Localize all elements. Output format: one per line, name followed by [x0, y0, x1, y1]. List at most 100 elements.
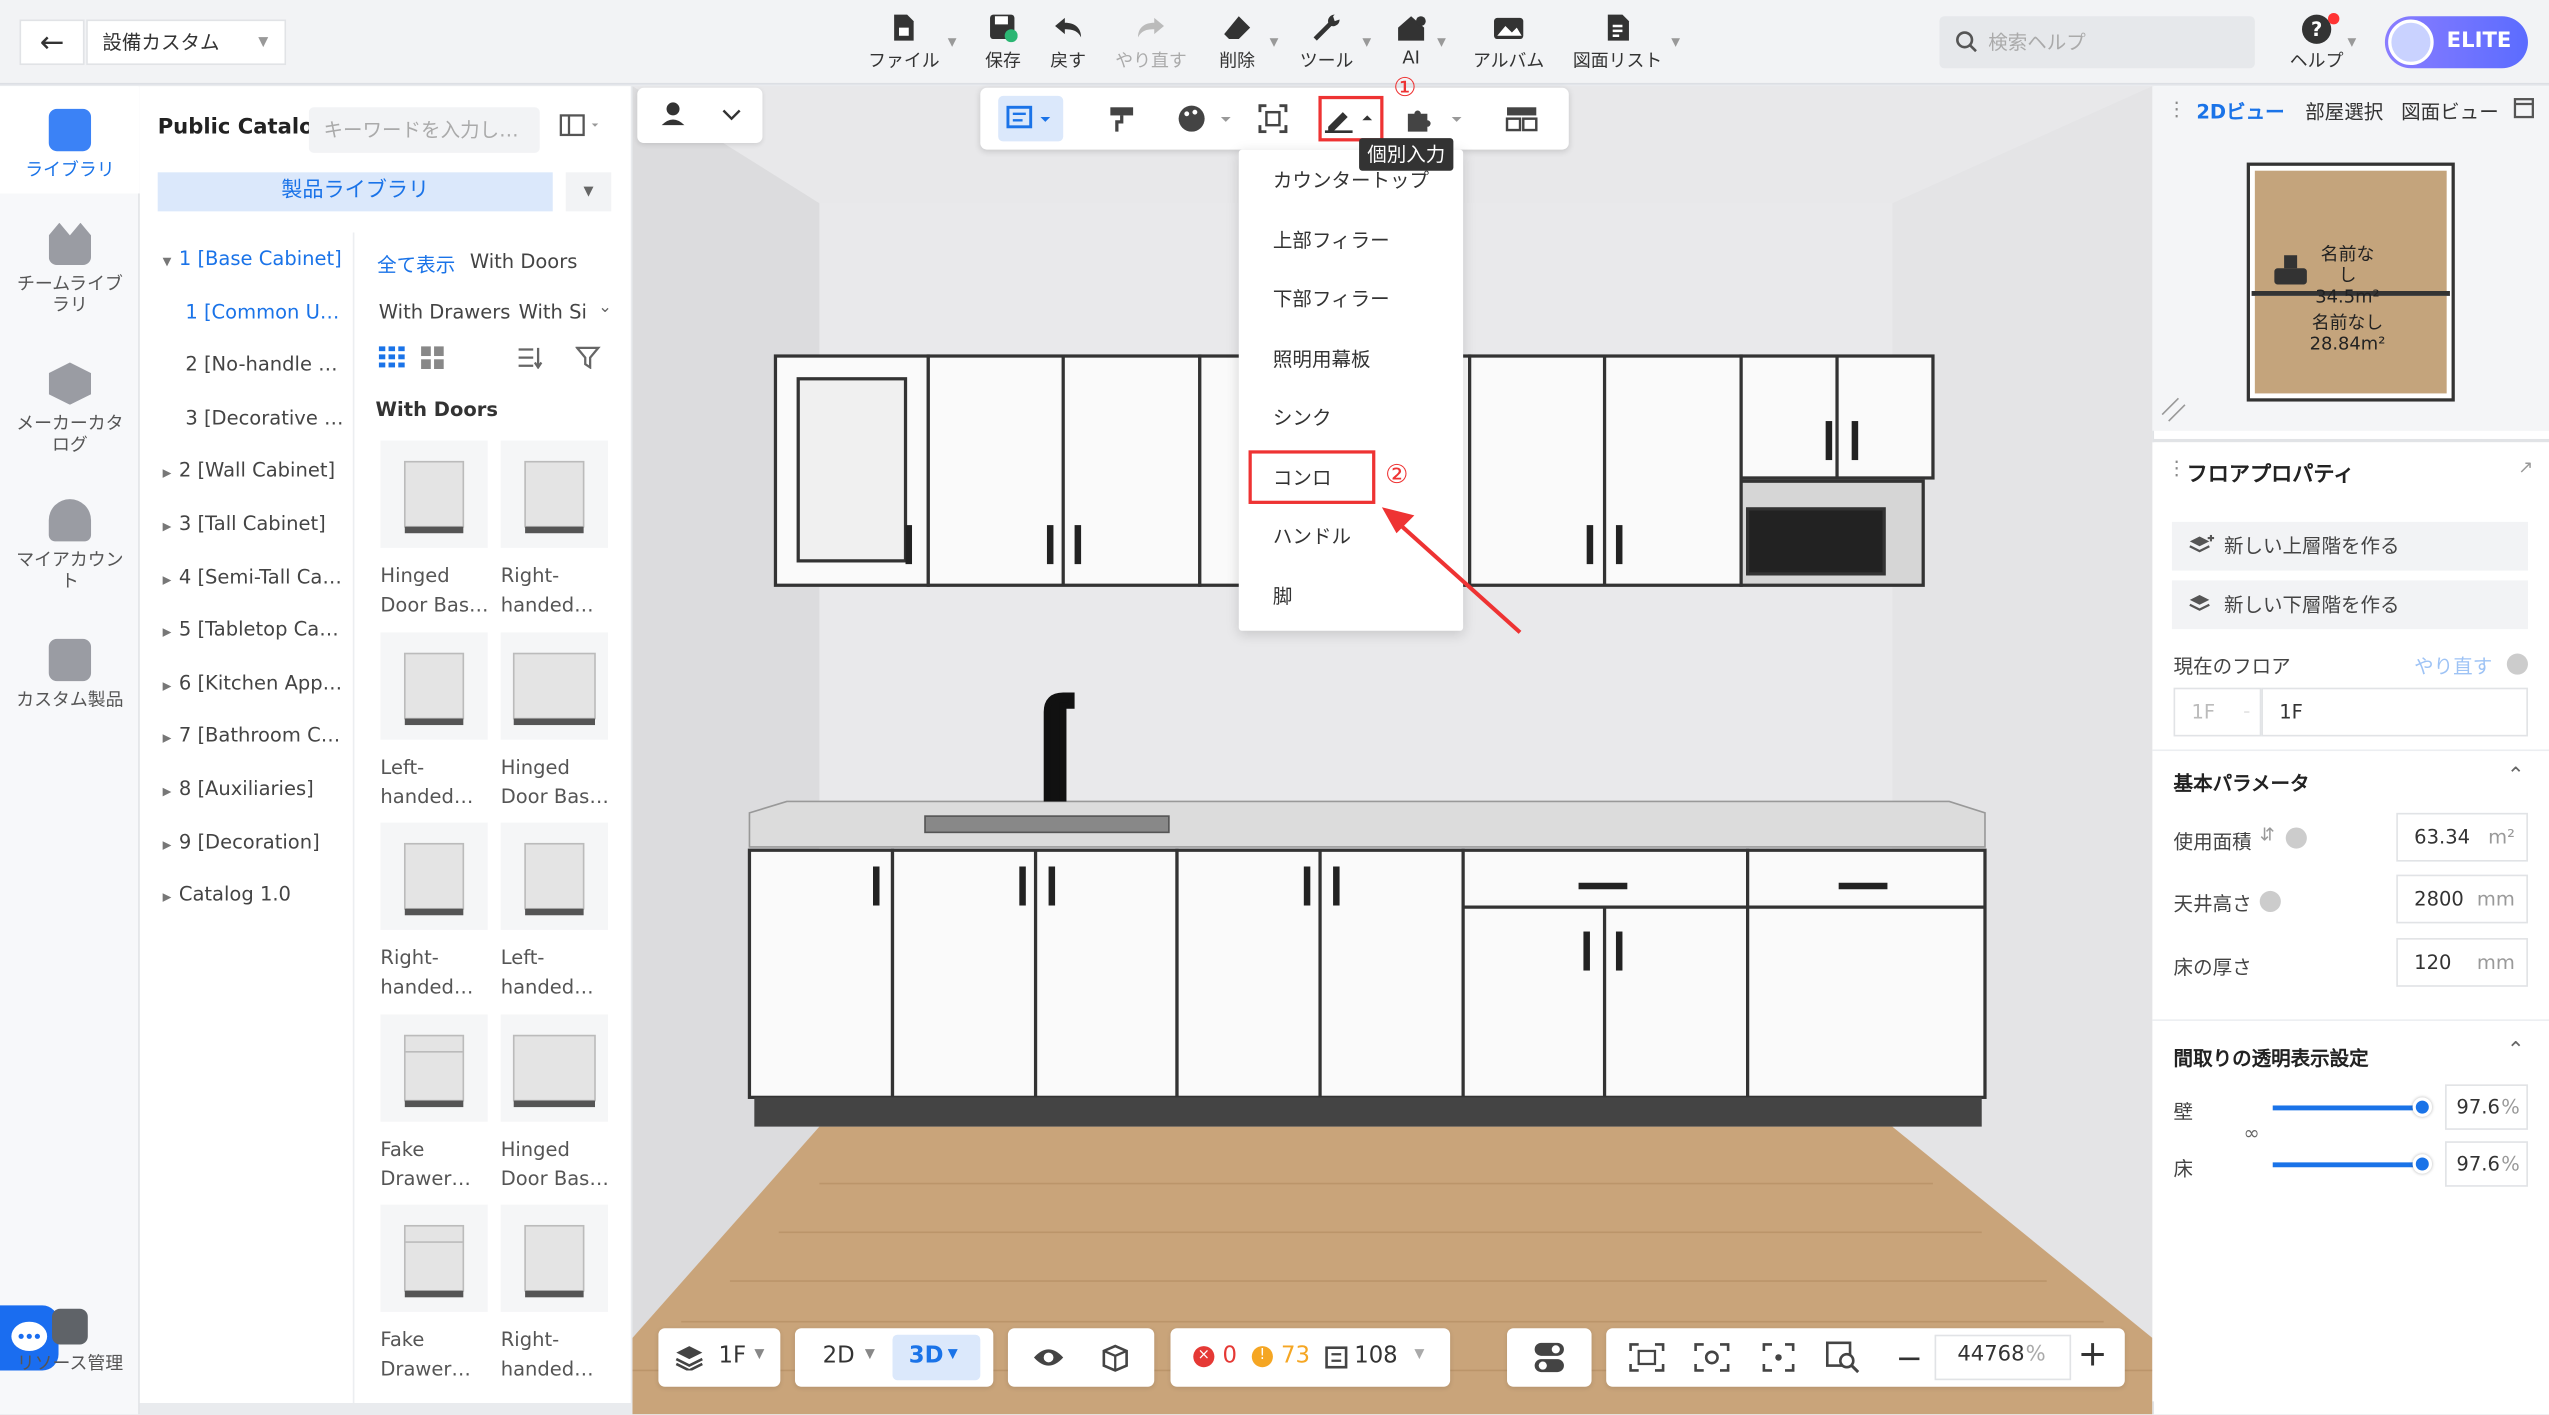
- chevron-down-icon[interactable]: ▼: [1270, 36, 1279, 49]
- redo-link[interactable]: やり直す: [2414, 652, 2492, 680]
- product-card[interactable]: Left- handed…: [500, 822, 615, 1002]
- menu-item[interactable]: シンク: [1239, 389, 1463, 448]
- product-card[interactable]: Hinged Door Bas…: [500, 631, 615, 811]
- camera-settings-icon[interactable]: [1694, 1343, 1730, 1372]
- tree-item[interactable]: ▶ 9 [Decoration]: [140, 815, 355, 867]
- album-button[interactable]: アルバム: [1466, 10, 1551, 75]
- floor-thickness-input[interactable]: 120 mm: [2396, 938, 2528, 987]
- wall-opacity-input[interactable]: 97.6%: [2445, 1084, 2528, 1130]
- filter-with-drawers[interactable]: With Drawers: [379, 301, 511, 324]
- menu-item[interactable]: 上部フィラー: [1239, 211, 1463, 270]
- settings-toggle[interactable]: [1507, 1328, 1592, 1387]
- tree-item[interactable]: ▶ 5 [Tabletop Ca…: [140, 603, 355, 655]
- chevron-down-icon[interactable]: ▼: [865, 1346, 875, 1361]
- sort-icon[interactable]: [517, 345, 543, 376]
- undo-button[interactable]: 戻す: [1040, 10, 1095, 75]
- expand-icon[interactable]: ↗: [2518, 457, 2533, 478]
- eye-icon[interactable]: [1032, 1346, 1065, 1369]
- chevron-down-icon[interactable]: ▼: [2348, 36, 2357, 49]
- caret-right-icon[interactable]: ▶: [163, 554, 179, 603]
- chevron-down-icon[interactable]: ▼: [1362, 36, 1371, 49]
- project-name-dropdown[interactable]: 設備カスタム ▼: [86, 19, 287, 66]
- caret-right-icon[interactable]: ▶: [163, 819, 179, 868]
- floor-opacity-slider[interactable]: [2272, 1162, 2422, 1168]
- paint-roller-tool[interactable]: [1099, 96, 1148, 142]
- ceiling-height-input[interactable]: 2800 mm: [2396, 874, 2528, 924]
- tree-item[interactable]: ▶ 8 [Auxiliaries]: [140, 762, 355, 814]
- view-2d-button[interactable]: 2D: [823, 1343, 855, 1369]
- delete-button[interactable]: 削除: [1211, 10, 1263, 75]
- nav-resource-management[interactable]: リソース管理: [0, 1308, 140, 1374]
- chevron-down-icon[interactable]: ▼: [1671, 36, 1680, 49]
- user-account-button[interactable]: ELITE: [2384, 16, 2528, 69]
- zoom-in-button[interactable]: +: [2078, 1335, 2108, 1376]
- add-upper-floor-button[interactable]: 新しい上層階を作る: [2171, 521, 2528, 571]
- product-card[interactable]: Fake Drawer…: [380, 1204, 494, 1384]
- wall-opacity-slider[interactable]: [2272, 1105, 2422, 1111]
- floor-select[interactable]: 1F –: [2173, 687, 2262, 737]
- tree-item[interactable]: ▶ Catalog 1.0: [140, 868, 355, 920]
- tree-item[interactable]: 3 [Decorative …: [140, 391, 355, 443]
- menu-item[interactable]: 照明用幕板: [1239, 329, 1463, 388]
- individual-input-tool[interactable]: [1318, 95, 1384, 142]
- product-card[interactable]: Right- handed…: [500, 1204, 615, 1384]
- product-card[interactable]: Hinged Door Bas…: [500, 1013, 615, 1193]
- caret-right-icon[interactable]: ▶: [163, 607, 179, 656]
- tree-item[interactable]: ▶ 6 [Kitchen App…: [140, 656, 355, 708]
- drag-handle-icon[interactable]: ⋮: [2167, 457, 2187, 480]
- tools-menu[interactable]: ツール: [1294, 10, 1359, 75]
- chevron-up-icon[interactable]: ⌃: [2507, 1039, 2525, 1063]
- filter-icon[interactable]: [574, 345, 601, 376]
- grid-view-icon[interactable]: [378, 345, 405, 376]
- focus-icon[interactable]: [1762, 1343, 1795, 1372]
- tab-room-select[interactable]: 部屋選択: [2305, 98, 2383, 126]
- product-card[interactable]: Hinged Door Bas…: [380, 440, 494, 620]
- view-3d-button[interactable]: 3D: [909, 1343, 944, 1369]
- nav-custom-products[interactable]: カスタム製品: [0, 638, 140, 710]
- sort-arrows-icon[interactable]: ⇵: [2260, 824, 2275, 845]
- drawing-list-button[interactable]: 図面リスト: [1567, 10, 1668, 75]
- nav-library[interactable]: ライブラリ: [0, 108, 140, 180]
- tree-item[interactable]: ▶ 7 [Bathroom C…: [140, 709, 355, 761]
- filter-all[interactable]: 全て表示: [377, 250, 455, 278]
- tree-item[interactable]: ▶ 2 [Wall Cabinet]: [140, 444, 355, 496]
- material-tool[interactable]: [1172, 96, 1237, 142]
- tree-item[interactable]: ▶ 3 [Tall Cabinet]: [140, 497, 355, 549]
- nav-my-account[interactable]: マイアカウント: [0, 499, 140, 592]
- chevron-down-icon[interactable]: ▼: [948, 36, 957, 49]
- floor-name-input[interactable]: 1F: [2261, 687, 2528, 737]
- nav-maker-catalog[interactable]: メーカーカタログ: [0, 362, 140, 455]
- fit-view-icon[interactable]: [1629, 1343, 1665, 1372]
- large-grid-icon[interactable]: [421, 345, 444, 376]
- product-card[interactable]: Left- handed…: [380, 631, 494, 811]
- redo-button[interactable]: やり直す: [1112, 10, 1190, 75]
- tab-2d-view[interactable]: 2Dビュー: [2196, 98, 2284, 126]
- caret-down-icon[interactable]: ▼: [163, 236, 179, 285]
- product-card[interactable]: Fake Drawer…: [380, 1013, 494, 1193]
- drag-handle-icon[interactable]: ⋮: [2167, 98, 2187, 121]
- caret-right-icon[interactable]: ▶: [163, 872, 179, 921]
- back-button[interactable]: ←: [19, 19, 85, 66]
- ai-menu[interactable]: AI: [1390, 10, 1432, 75]
- filter-with-sink[interactable]: With Si: [519, 301, 587, 324]
- tree-item[interactable]: ▼ 1 [Base Cabinet]: [140, 232, 355, 284]
- chevron-down-icon[interactable]: ▼: [1437, 36, 1446, 49]
- floor-opacity-knob[interactable]: [2412, 1154, 2432, 1174]
- zoom-out-button[interactable]: −: [1896, 1338, 1923, 1377]
- caret-right-icon[interactable]: ▶: [163, 501, 179, 550]
- zoom-search-icon[interactable]: [1825, 1341, 1862, 1374]
- caret-right-icon[interactable]: ▶: [163, 660, 179, 709]
- expand-panel-icon[interactable]: [2513, 98, 2534, 119]
- add-lower-floor-button[interactable]: 新しい下層階を作る: [2171, 580, 2528, 630]
- tab-drawing-view[interactable]: 図面ビュー: [2401, 98, 2499, 126]
- layout-tool[interactable]: [1497, 96, 1546, 142]
- chevron-down-icon[interactable]: ⌄: [598, 299, 612, 317]
- plugin-tool[interactable]: [1400, 96, 1472, 142]
- link-icon[interactable]: ∞: [2243, 1122, 2259, 1145]
- caret-right-icon[interactable]: ▶: [163, 713, 179, 762]
- chevron-down-icon[interactable]: ▼: [948, 1346, 958, 1361]
- camera-mode-toggle[interactable]: [637, 87, 763, 144]
- library-dropdown[interactable]: ▼: [565, 172, 612, 212]
- usable-area-input[interactable]: 63.34 m²: [2396, 812, 2528, 862]
- tree-item[interactable]: 2 [No-handle …: [140, 338, 355, 390]
